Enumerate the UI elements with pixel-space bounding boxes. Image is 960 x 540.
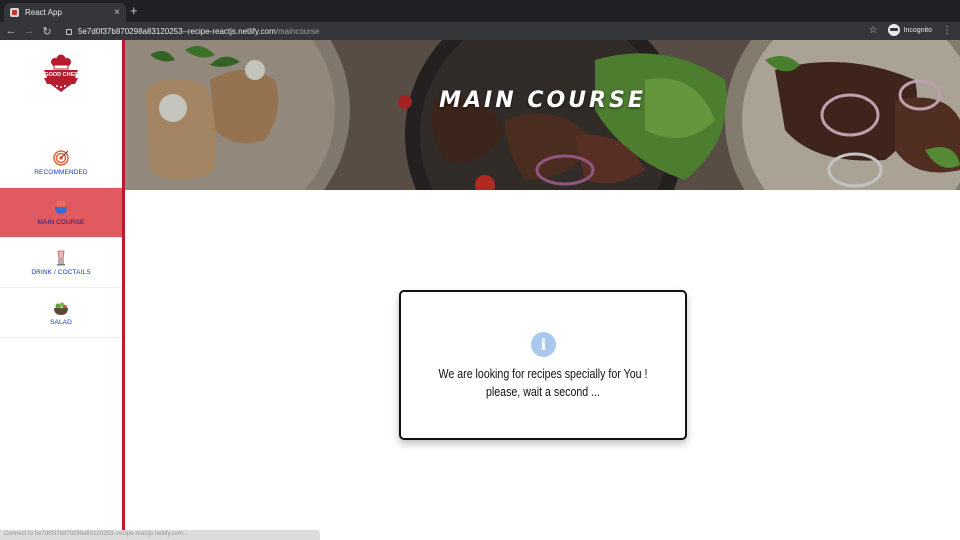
forward-icon[interactable]: → — [22, 25, 36, 37]
sidebar-item-main-course[interactable]: MAIN COURSE — [0, 188, 122, 238]
tab-close-icon[interactable]: × — [114, 7, 120, 18]
tab-title: React App — [25, 8, 62, 17]
browser-tab-bar: React App × + — [0, 0, 960, 22]
food-photo — [125, 40, 960, 190]
sidebar-item-label: MAIN COURSE — [37, 218, 85, 226]
new-tab-button[interactable]: + — [130, 4, 138, 18]
target-icon — [53, 149, 69, 166]
incognito-indicator[interactable]: Incognito — [887, 24, 932, 36]
good-chef-logo[interactable]: GOOD CHEF — [40, 54, 82, 96]
info-icon: i — [531, 332, 556, 357]
hero-banner: MAIN COURSE — [125, 40, 960, 190]
reload-icon[interactable]: ↻ — [40, 25, 54, 38]
sidebar-item-salad[interactable]: SALAD — [0, 288, 122, 338]
sidebar-item-label: DRINK / COCTAILS — [31, 268, 91, 276]
incognito-label: Incognito — [903, 26, 932, 34]
blender-icon — [57, 250, 65, 265]
logo-text: GOOD CHEF — [44, 72, 78, 78]
sidebar-item-recommended[interactable]: RECOMMENDED — [0, 138, 122, 188]
salad-icon — [54, 302, 68, 315]
browser-status-bar: Connect to 5e7d0f37b870298a83120253--rec… — [0, 530, 320, 540]
lock-icon — [66, 29, 72, 35]
sidebar-item-drink-coctails[interactable]: DRINK / COCTAILS — [0, 238, 122, 288]
loading-message: We are looking for recipes specially for… — [438, 367, 648, 399]
sidebar-item-label: RECOMMENDED — [34, 168, 88, 176]
sidebar-item-label: SALAD — [50, 318, 72, 326]
loading-modal: i We are looking for recipes specially f… — [399, 290, 687, 440]
browser-menu-icon[interactable]: ⋮ — [942, 25, 952, 36]
browser-tab[interactable]: React App × — [4, 3, 126, 22]
url-host: 5e7d0f37b870298a83120253--recipe-reactjs… — [78, 26, 276, 36]
address-bar[interactable]: 5e7d0f37b870298a83120253--recipe-reactjs… — [66, 27, 319, 36]
bookmark-star-icon[interactable]: ☆ — [869, 25, 878, 36]
back-icon[interactable]: ← — [4, 25, 18, 37]
favicon-icon — [10, 8, 19, 17]
sidebar: GOOD CHEF RECOMMENDED MAIN COURSE DRINK — [0, 40, 122, 540]
url-path: /maincourse — [275, 26, 320, 36]
incognito-icon — [887, 24, 900, 36]
bowl-icon — [55, 200, 67, 214]
page-title: MAIN COURSE — [439, 88, 646, 113]
browser-toolbar: ← → ↻ 5e7d0f37b870298a83120253--recipe-r… — [0, 22, 960, 40]
